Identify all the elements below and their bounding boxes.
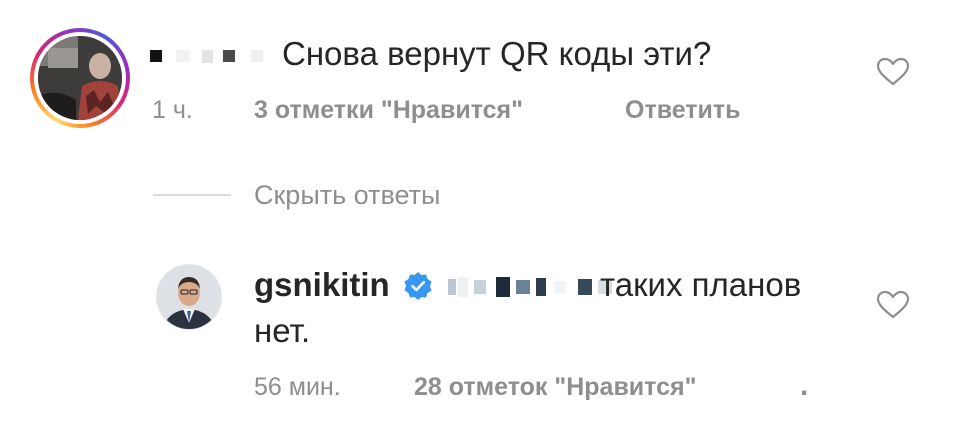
commenter-avatar[interactable] — [30, 28, 130, 128]
heart-outline-icon[interactable] — [876, 57, 910, 87]
more-options-button[interactable]: . — [800, 371, 808, 401]
reply-timestamp: 56 мин. — [254, 373, 341, 401]
comment-timestamp: 1 ч. — [152, 96, 193, 124]
reply-text-line-2: нет. — [254, 312, 311, 349]
verified-badge-icon — [404, 272, 432, 300]
reply-avatar[interactable] — [157, 265, 221, 329]
reply-likes-count[interactable]: 28 отметок "Нравится" — [414, 372, 696, 402]
comments-thread: Снова вернут QR коды эти? 1 ч. 3 отметки… — [0, 0, 960, 424]
comment-text: Снова вернут QR коды эти? — [282, 35, 712, 72]
hide-replies-button[interactable]: Скрыть ответы — [254, 179, 440, 211]
comment-likes-count[interactable]: 3 отметки "Нравится" — [254, 95, 523, 125]
avatar-photo — [38, 36, 122, 120]
commenter-username-redacted[interactable] — [150, 36, 263, 76]
divider-line — [153, 194, 231, 196]
reply-text-line-1: таких планов — [600, 266, 802, 303]
avatar-photo — [157, 265, 221, 329]
reply-button[interactable]: Ответить — [625, 95, 741, 125]
mention-redacted[interactable] — [448, 270, 612, 304]
heart-outline-icon[interactable] — [876, 290, 910, 320]
reply-username[interactable]: gsnikitin — [254, 265, 390, 305]
